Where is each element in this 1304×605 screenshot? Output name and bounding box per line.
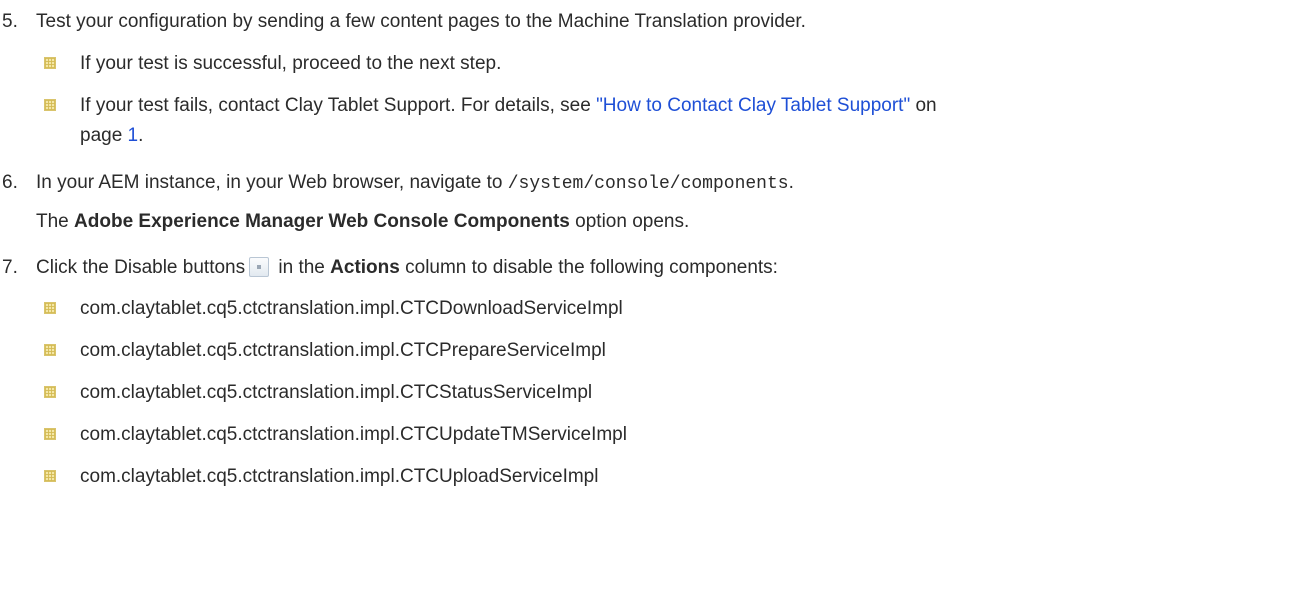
contact-support-link[interactable]: "How to Contact Clay Tablet Support" <box>596 95 910 116</box>
result-before: The <box>36 211 75 232</box>
bullet-text: If your test fails, contact Clay Tablet … <box>80 94 937 118</box>
bullet-square-icon <box>44 428 56 440</box>
step-number: 7. <box>2 257 18 278</box>
page-number-link[interactable]: 1 <box>128 125 139 146</box>
step-text: In your AEM instance, in your Web browse… <box>36 171 794 196</box>
component-name: com.claytablet.cq5.ctctranslation.impl.C… <box>80 382 593 403</box>
bullet-text: page 1. <box>80 124 143 148</box>
result-after: option opens. <box>569 211 690 232</box>
component-name: com.claytablet.cq5.ctctranslation.impl.C… <box>80 466 599 487</box>
result-text: The Adobe Experience Manager Web Console… <box>36 210 689 234</box>
step-number: 5. <box>2 11 18 32</box>
step-text: Click the Disable buttons in the Actions… <box>36 256 778 280</box>
component-name: com.claytablet.cq5.ctctranslation.impl.C… <box>80 298 623 319</box>
console-name: Adobe Experience Manager Web Console Com… <box>74 211 570 232</box>
bullet-text: If your test is successful, proceed to t… <box>80 53 502 74</box>
bullet-square-icon <box>44 386 56 398</box>
step-text-before-button: Click the Disable buttons <box>36 257 246 278</box>
step-text: Test your configuration by sending a few… <box>36 11 806 32</box>
bullet-text-after-link: on <box>910 95 937 116</box>
actions-column-name: Actions <box>330 257 400 278</box>
bullet-square-icon <box>44 344 56 356</box>
step-text-mid: in the <box>273 257 331 278</box>
disable-button-icon <box>249 257 270 277</box>
step-number: 6. <box>2 172 18 193</box>
step-text-after: column to disable the following componen… <box>399 257 778 278</box>
document-page: 5. Test your configuration by sending a … <box>0 0 1304 605</box>
page-prefix: page <box>80 125 128 146</box>
page-suffix: . <box>138 125 144 146</box>
bullet-square-icon <box>44 99 56 111</box>
component-name: com.claytablet.cq5.ctctranslation.impl.C… <box>80 424 627 445</box>
component-name: com.claytablet.cq5.ctctranslation.impl.C… <box>80 340 606 361</box>
step-text-before-code: In your AEM instance, in your Web browse… <box>36 172 508 193</box>
bullet-square-icon <box>44 57 56 69</box>
bullet-text-before-link: If your test fails, contact Clay Tablet … <box>80 95 597 116</box>
bullet-square-icon <box>44 302 56 314</box>
console-path-code: /system/console/components <box>507 174 789 194</box>
bullet-square-icon <box>44 470 56 482</box>
step-text-after-code: . <box>788 172 794 193</box>
